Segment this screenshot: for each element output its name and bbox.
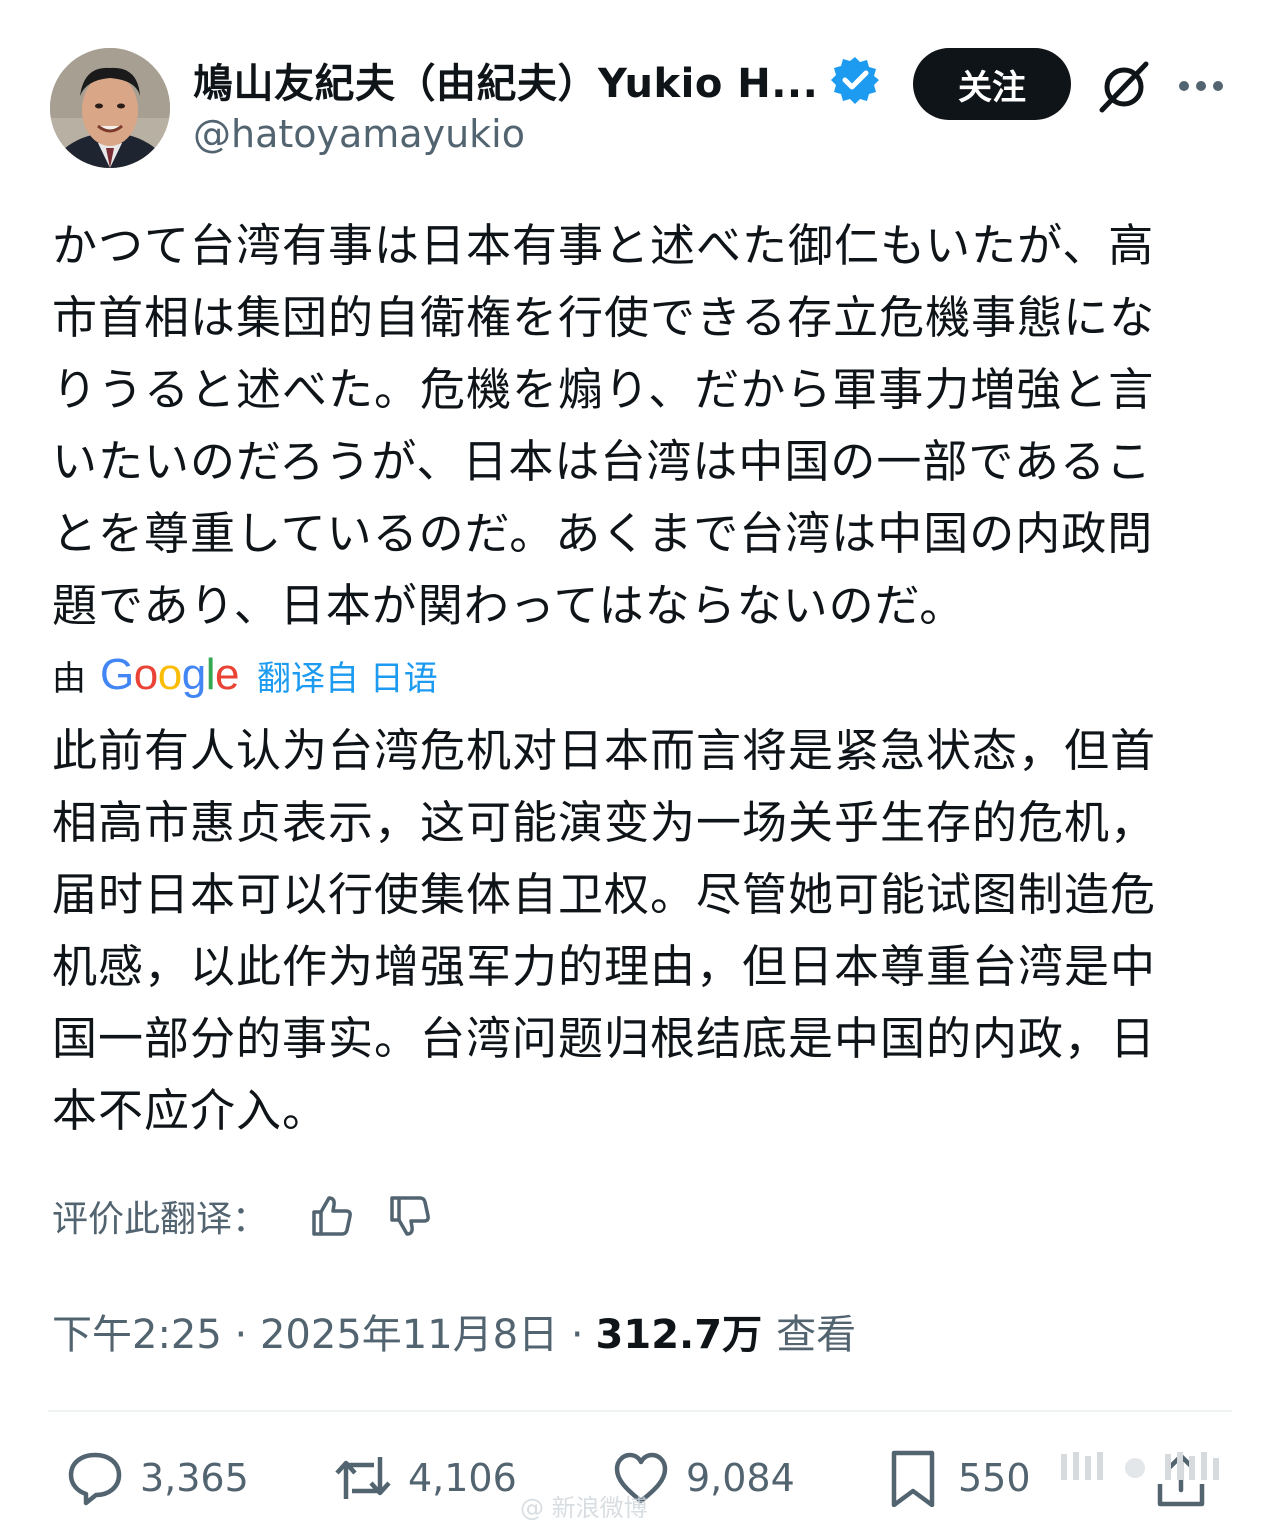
display-name[interactable]: 鳩山友紀夫（由紀夫）Yukio H... [193, 51, 818, 109]
reply-button[interactable]: 3,365 [66, 1448, 249, 1508]
post-timestamp[interactable]: 下午2:25 · 2025年11月8日 · [52, 1302, 584, 1360]
tweet-page: 鳩山友紀夫（由紀夫）Yukio H... @hatoyamayukio 关注 か… [0, 0, 1280, 1522]
bookmark-icon [891, 1450, 935, 1507]
google-logo: Google [100, 650, 239, 699]
reply-icon [68, 1452, 122, 1506]
views-label: 查看 [776, 1312, 857, 1358]
grok-icon[interactable] [1094, 56, 1154, 116]
follow-button[interactable]: 关注 [913, 48, 1071, 120]
author-name-row: 鳩山友紀夫（由紀夫）Yukio H... [193, 52, 880, 108]
translation-prefix: 由 [52, 658, 86, 699]
post-original-text: かつて台湾有事は日本有事と述べた御仁もいたが、高 市首相は集団的自衛権を行使でき… [52, 219, 1156, 632]
more-icon[interactable] [1176, 64, 1226, 108]
watermark: @ 新浪微博 [520, 1494, 648, 1522]
avatar[interactable] [50, 48, 170, 168]
avatar-photo [50, 48, 170, 168]
thumbs-up-icon[interactable] [308, 1192, 356, 1240]
post-translated-text: 此前有人认为台湾危机对日本而言将是紧急状态，但首 相高市惠贞表示，这可能演变为一… [52, 724, 1157, 1137]
bookmark-count: 550 [958, 1456, 1031, 1500]
post-meta: 下午2:25 · 2025年11月8日 · 312.7万 查看 [52, 1300, 856, 1362]
thumbs-down-icon[interactable] [386, 1192, 434, 1240]
like-count: 9,084 [686, 1456, 795, 1500]
reply-count: 3,365 [140, 1456, 249, 1500]
bookmark-button[interactable]: 550 [884, 1448, 1031, 1508]
rate-translation-label: 评价此翻译： [52, 1199, 269, 1240]
translation-source-link[interactable]: 翻译自 日语 [257, 651, 438, 700]
views-count: 312.7万 [595, 1312, 763, 1358]
repost-icon [335, 1457, 391, 1499]
verified-badge-icon [830, 55, 880, 105]
repost-button[interactable]: 4,106 [334, 1448, 517, 1508]
handle[interactable]: @hatoyamayukio [193, 112, 525, 156]
divider [48, 1410, 1232, 1412]
translation-attribution: 由 Google 翻译自 日语 [52, 648, 438, 702]
watermark-bars [1055, 1448, 1255, 1484]
rate-translation-row: 评价此翻译： [52, 1188, 464, 1244]
repost-count: 4,106 [408, 1456, 517, 1500]
